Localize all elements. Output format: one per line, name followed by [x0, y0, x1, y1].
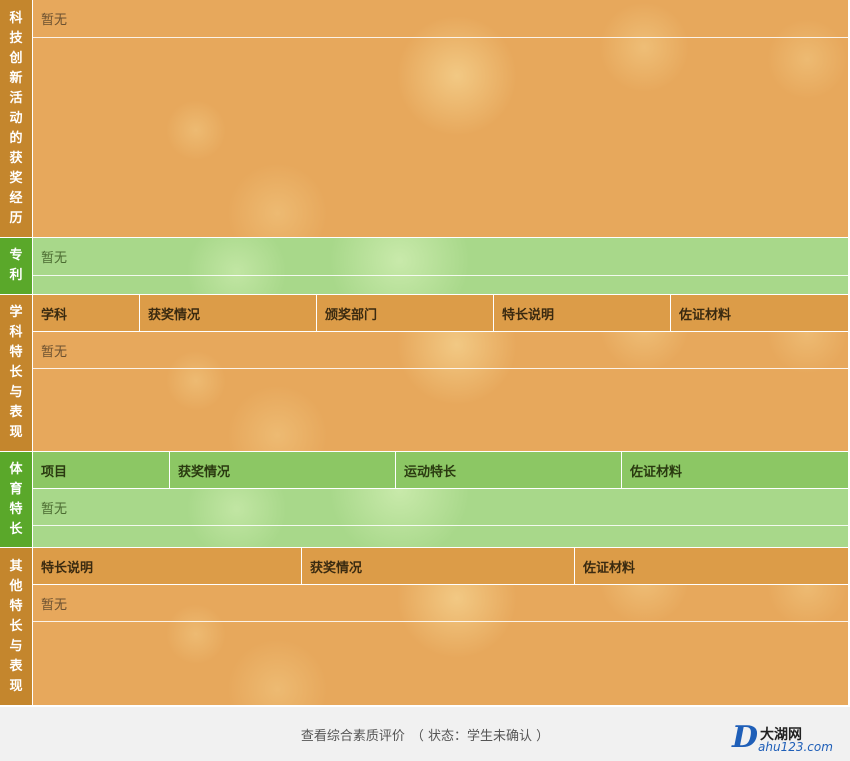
- section-patent: 专利 暂无: [0, 238, 848, 294]
- table-header: 特长说明 获奖情况 佐证材料: [33, 548, 848, 585]
- empty-row: 暂无: [33, 332, 848, 369]
- header-cell: 颁奖部门: [317, 295, 494, 331]
- section-label-patent: 专利: [0, 238, 33, 294]
- header-cell: 佐证材料: [679, 307, 732, 323]
- section-other-content: 特长说明 获奖情况 佐证材料 暂无: [33, 548, 848, 705]
- header-cell: 获奖情况: [302, 548, 575, 584]
- table-header: 学科 获奖情况 颁奖部门 特长说明 佐证材料: [33, 295, 848, 332]
- section-label-academic: 学科特长与表现: [0, 295, 33, 451]
- header-cell: 佐证材料: [583, 560, 636, 576]
- section-sports: 体育特长 项目 获奖情况 运动特长 佐证材料 暂无: [0, 452, 848, 547]
- header-cell: 获奖情况: [170, 452, 396, 488]
- header-cell: 运动特长: [396, 452, 622, 488]
- section-patent-content: 暂无: [33, 238, 848, 294]
- logo-letter: D: [732, 720, 759, 755]
- section-tech-content: 暂无: [33, 0, 848, 237]
- section-other: 其他特长与表现 特长说明 获奖情况 佐证材料 暂无: [0, 548, 848, 705]
- view-evaluation-link[interactable]: 查看综合素质评价: [301, 725, 405, 744]
- section-academic: 学科特长与表现 学科 获奖情况 颁奖部门 特长说明 佐证材料 暂无: [0, 295, 848, 451]
- section-sports-content: 项目 获奖情况 运动特长 佐证材料 暂无: [33, 452, 848, 547]
- empty-row: 暂无: [33, 238, 848, 276]
- section-label-tech: 科技创新活动的获奖经历: [0, 0, 33, 237]
- table-header: 项目 获奖情况 运动特长 佐证材料: [33, 452, 848, 489]
- section-label-other: 其他特长与表现: [0, 548, 33, 705]
- header-cell: 特长说明: [494, 295, 671, 331]
- empty-row: 暂无: [33, 489, 848, 526]
- empty-text: 暂无: [41, 13, 68, 28]
- empty-row: 暂无: [33, 0, 848, 38]
- footer-bar: 查看综合素质评价 （ 状态：学生未确认 ） D 大湖网 ahu123.com: [0, 707, 850, 761]
- status-text: （ 状态：学生未确认 ）: [410, 728, 550, 744]
- header-cell: 项目: [33, 452, 170, 488]
- watermark-logo: D 大湖网 ahu123.com: [732, 722, 844, 758]
- header-cell: 特长说明: [33, 548, 302, 584]
- section-label-sports: 体育特长: [0, 452, 33, 547]
- section-tech-awards: 科技创新活动的获奖经历 暂无: [0, 0, 848, 237]
- header-cell: 学科: [33, 295, 140, 331]
- header-cell: 佐证材料: [630, 464, 683, 480]
- section-academic-content: 学科 获奖情况 颁奖部门 特长说明 佐证材料 暂无: [33, 295, 848, 451]
- header-cell: 获奖情况: [140, 295, 317, 331]
- logo-domain: ahu123.com: [758, 740, 833, 754]
- empty-text: 暂无: [41, 344, 68, 360]
- empty-text: 暂无: [41, 251, 68, 266]
- empty-row: 暂无: [33, 585, 848, 622]
- empty-text: 暂无: [41, 501, 68, 517]
- empty-text: 暂无: [41, 597, 68, 613]
